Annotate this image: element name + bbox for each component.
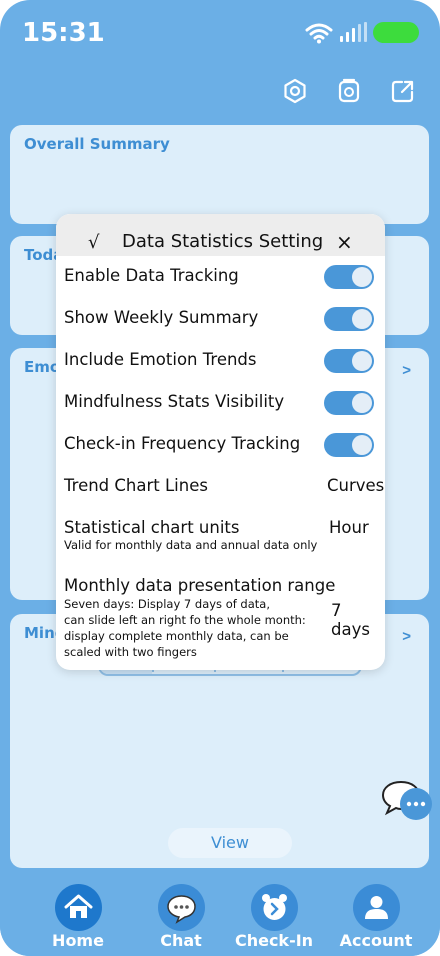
nav-home[interactable]: Home [33,884,123,950]
check-in-frequency-tracking-toggle[interactable] [324,433,374,457]
check-in-frequency-tracking-label: Check-in Frequency Tracking [64,434,301,453]
nav-account[interactable]: Account [331,884,421,950]
status-time: 15:31 [22,18,105,48]
close-button[interactable]: × [336,230,353,254]
monthly-range-note-1: Seven days: Display 7 days of data, [64,597,270,611]
include-emotion-trends-label: Include Emotion Trends [64,350,257,369]
statistical-chart-units-note: Valid for monthly data and annual data o… [64,538,318,552]
statistical-chart-units-label: Statistical chart units [64,518,240,537]
mindfulness-stats-visibility-toggle[interactable] [324,391,374,415]
phone-screen: 15:31 Overall Summary Toda Emo > Mind > … [0,0,440,956]
status-bar: 15:31 [0,0,440,60]
enable-data-tracking-toggle[interactable] [324,265,374,289]
show-weekly-summary-label: Show Weekly Summary [64,308,259,327]
nav-check-in[interactable]: Check-In [229,884,319,950]
dialog-title: Data Statistics Setting [122,231,324,252]
nav-account-label: Account [339,931,413,950]
show-weekly-summary-toggle[interactable] [324,307,374,331]
wifi-icon [305,23,333,44]
trend-chart-lines-value[interactable]: Curves [327,476,384,495]
dialog-header: √ Data Statistics Setting × [56,214,385,256]
enable-data-tracking-label: Enable Data Tracking [64,266,239,285]
home-icon [54,884,102,931]
chat-icon [157,884,205,931]
share-external-icon[interactable] [390,78,416,104]
nav-home-label: Home [52,931,104,950]
badge-icon[interactable] [336,78,362,104]
account-icon [352,884,400,931]
emotion-more-arrow[interactable]: > [402,362,411,379]
mind-more-arrow[interactable]: > [402,628,411,645]
confirm-check-button[interactable]: √ [88,232,99,253]
include-emotion-trends-toggle[interactable] [324,349,374,373]
nav-chat[interactable]: Chat [136,884,226,950]
monthly-range-value[interactable]: 7 days [331,601,385,639]
settings-hexagon-icon[interactable] [282,78,308,104]
data-statistics-setting-dialog: √ Data Statistics Setting × Enable Data … [56,214,385,670]
monthly-range-note-4: scaled with two fingers [64,645,197,659]
view-button[interactable]: View [168,828,292,858]
nav-check-in-label: Check-In [234,931,314,950]
statistical-chart-units-value[interactable]: Hour [329,518,369,537]
emotion-title: Emo [24,358,61,376]
signal-icon [340,22,367,42]
monthly-range-note-3: display complete monthly data, can be [64,629,289,643]
nav-chat-label: Chat [160,931,202,950]
bottom-nav: Home Chat Check-In Account [0,870,440,956]
monthly-range-label: Monthly data presentation range [64,576,336,595]
mindfulness-stats-visibility-label: Mindfulness Stats Visibility [64,392,285,411]
overall-summary-card[interactable]: Overall Summary [10,125,429,224]
floating-chat-icon[interactable] [382,780,434,822]
monthly-range-note-2: can slide left an right fo the whole mon… [64,613,306,627]
overall-summary-title: Overall Summary [24,135,170,153]
alarm-clock-icon [250,884,298,931]
battery-icon [373,22,419,43]
trend-chart-lines-label: Trend Chart Lines [64,476,208,495]
